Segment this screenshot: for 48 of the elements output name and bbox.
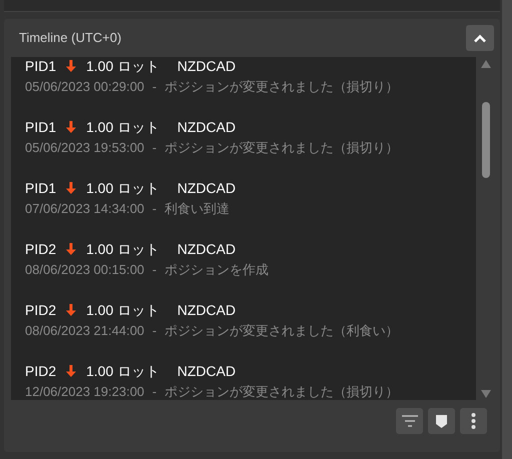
- scroll-up-icon[interactable]: [481, 60, 491, 68]
- lot-size: 1.00 ロット: [86, 362, 160, 380]
- symbol: NZDCAD: [177, 178, 236, 198]
- separator: -: [152, 139, 157, 158]
- chevron-up-icon: [473, 34, 487, 42]
- separator: -: [152, 322, 157, 340]
- symbol: NZDCAD: [177, 240, 236, 258]
- event-time: 12/06/2023 19:23:00: [25, 383, 144, 400]
- scroll-thumb[interactable]: [482, 102, 490, 178]
- position-id: PID2: [25, 300, 56, 320]
- more-button[interactable]: [460, 408, 487, 434]
- separator: -: [152, 261, 157, 280]
- lot-size: 1.00 ロット: [86, 300, 160, 320]
- separator: -: [152, 200, 157, 218]
- filter-button[interactable]: [396, 408, 423, 434]
- filter-icon: [402, 415, 418, 427]
- separator: -: [152, 78, 157, 96]
- event-time: 07/06/2023 14:34:00: [25, 200, 144, 218]
- symbol: NZDCAD: [177, 362, 236, 380]
- event-description: 利食い到達: [164, 200, 230, 218]
- event-description: ポジションが変更されました（損切り）: [164, 139, 399, 158]
- lot-size: 1.00 ロット: [86, 118, 160, 136]
- lot-size: 1.00 ロット: [86, 57, 160, 76]
- more-icon: [471, 413, 476, 429]
- tag-button[interactable]: [428, 408, 455, 434]
- shield-icon: [436, 414, 447, 428]
- symbol: NZDCAD: [177, 118, 236, 136]
- symbol: NZDCAD: [177, 300, 236, 320]
- lot-size: 1.00 ロット: [86, 178, 160, 198]
- panel-title: Timeline (UTC+0): [19, 29, 122, 48]
- event-description: ポジションが変更されました（損切り）: [164, 383, 399, 400]
- symbol: NZDCAD: [177, 57, 236, 76]
- position-id: PID1: [25, 57, 56, 76]
- event-time: 05/06/2023 19:53:00: [25, 139, 144, 158]
- position-id: PID2: [25, 362, 56, 380]
- event-time: 08/06/2023 00:15:00: [25, 261, 144, 280]
- position-id: PID2: [25, 240, 56, 258]
- position-id: PID1: [25, 118, 56, 136]
- event-description: ポジションが変更されました（利食い）: [164, 322, 399, 340]
- event-description: ポジションが変更されました（損切り）: [164, 78, 399, 96]
- separator: -: [152, 383, 157, 400]
- position-id: PID1: [25, 178, 56, 198]
- event-time: 08/06/2023 21:44:00: [25, 322, 144, 340]
- scroll-down-icon[interactable]: [481, 390, 491, 398]
- event-description: ポジションを作成: [164, 261, 269, 280]
- lot-size: 1.00 ロット: [86, 240, 160, 258]
- event-time: 05/06/2023 00:29:00: [25, 78, 144, 96]
- collapse-button[interactable]: [466, 25, 494, 51]
